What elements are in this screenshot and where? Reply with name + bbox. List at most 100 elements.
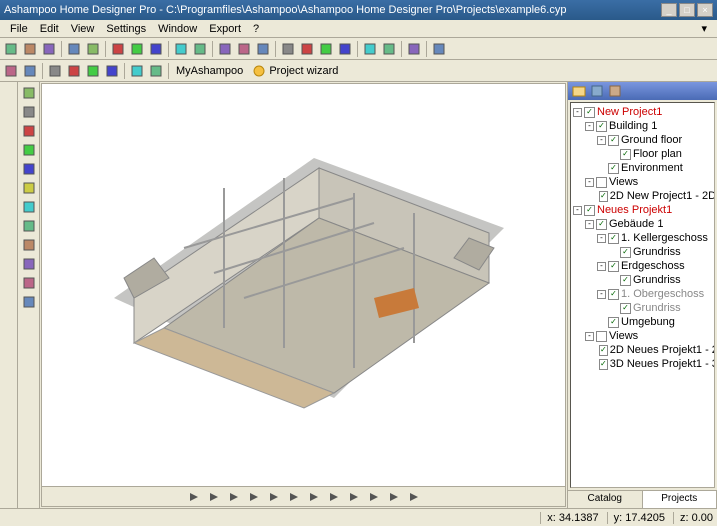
tree-checkbox[interactable]: ✓ <box>620 247 631 258</box>
tree-label[interactable]: Floor plan <box>633 147 682 161</box>
tree-label[interactable]: 2D New Project1 - 2D View <box>610 189 715 203</box>
new-button[interactable] <box>2 40 20 58</box>
tree-label[interactable]: Views <box>609 329 638 343</box>
column-icon[interactable] <box>20 274 38 292</box>
tree-label[interactable]: Ground floor <box>621 133 682 147</box>
tree-toggle-icon[interactable]: - <box>597 290 606 299</box>
tree-label[interactable]: Environment <box>621 161 683 175</box>
tree-checkbox[interactable]: ✓ <box>608 135 619 146</box>
tree-node[interactable]: ✓Umgebung <box>573 315 712 329</box>
layer3-button[interactable] <box>254 40 272 58</box>
tool-b-button[interactable] <box>65 62 83 80</box>
wall-icon[interactable] <box>20 179 38 197</box>
project-wizard-link[interactable]: Project wizard <box>248 64 342 78</box>
nav-fit-button[interactable] <box>365 488 383 506</box>
tree-checkbox[interactable]: ✓ <box>599 191 608 202</box>
tree-checkbox[interactable]: ✓ <box>596 219 607 230</box>
tree-node[interactable]: - Views <box>573 329 712 343</box>
tree-label[interactable]: Erdgeschoss <box>621 259 685 273</box>
tree-node[interactable]: -✓1. Obergeschoss <box>573 287 712 301</box>
tree-toggle-icon[interactable]: - <box>585 178 594 187</box>
tree-checkbox[interactable]: ✓ <box>584 205 595 216</box>
furniture-icon[interactable] <box>20 293 38 311</box>
tree-checkbox[interactable]: ✓ <box>608 261 619 272</box>
tree-label[interactable]: 2D Neues Projekt1 - 2D-Ansich <box>610 343 715 357</box>
menu-collapse-icon[interactable]: ▾ <box>695 20 713 37</box>
tree-checkbox[interactable]: ✓ <box>596 121 607 132</box>
tree-label[interactable]: Views <box>609 175 638 189</box>
snap-button[interactable] <box>191 40 209 58</box>
mode-3d-button[interactable] <box>21 62 39 80</box>
tree-checkbox[interactable]: ✓ <box>608 163 619 174</box>
lock-button[interactable] <box>430 40 448 58</box>
nav-stop-button[interactable] <box>245 488 263 506</box>
layer1-button[interactable] <box>216 40 234 58</box>
nav-next-button[interactable] <box>285 488 303 506</box>
tree-label[interactable]: 1. Kellergeschoss <box>621 231 708 245</box>
render1-button[interactable] <box>361 40 379 58</box>
layer2-button[interactable] <box>235 40 253 58</box>
canvas-3d[interactable] <box>42 84 565 486</box>
tree-checkbox[interactable]: ✓ <box>584 107 595 118</box>
rotate-icon[interactable] <box>20 122 38 140</box>
copy-button[interactable] <box>128 40 146 58</box>
tree-node[interactable]: ✓2D Neues Projekt1 - 2D-Ansich <box>573 343 712 357</box>
tree-label[interactable]: New Project1 <box>597 105 662 119</box>
tree-label[interactable]: 3D Neues Projekt1 - 3D-Ansich <box>610 357 715 371</box>
tree-node[interactable]: -✓Building 1 <box>573 119 712 133</box>
cut-button[interactable] <box>109 40 127 58</box>
tool-d-button[interactable] <box>103 62 121 80</box>
close-button[interactable]: × <box>697 3 713 17</box>
tree-node[interactable]: -✓Ground floor <box>573 133 712 147</box>
tree-node[interactable]: -✓Gebäude 1 <box>573 217 712 231</box>
tree-toggle-icon[interactable]: - <box>585 332 594 341</box>
tree-toggle-icon[interactable]: - <box>573 108 582 117</box>
tree-node[interactable]: ✓Grundriss <box>573 273 712 287</box>
tab-projects[interactable]: Projects <box>643 491 717 508</box>
tree-label[interactable]: Umgebung <box>621 315 675 329</box>
tree-toggle-icon[interactable]: - <box>573 206 582 215</box>
view4-button[interactable] <box>336 40 354 58</box>
maximize-button[interactable]: □ <box>679 3 695 17</box>
tree-label[interactable]: 1. Obergeschoss <box>621 287 704 301</box>
open-button[interactable] <box>21 40 39 58</box>
nav-extra1-button[interactable] <box>385 488 403 506</box>
undo-button[interactable] <box>65 40 83 58</box>
nav-extra2-button[interactable] <box>405 488 423 506</box>
help-button[interactable] <box>405 40 423 58</box>
view2-button[interactable] <box>298 40 316 58</box>
tree-node[interactable]: ✓Floor plan <box>573 147 712 161</box>
tree-node[interactable]: -✓New Project1 <box>573 105 712 119</box>
tree-checkbox[interactable] <box>596 331 607 342</box>
tree-checkbox[interactable]: ✓ <box>599 359 608 370</box>
tree-label[interactable]: Grundriss <box>633 245 681 259</box>
tree-node[interactable]: ✓3D Neues Projekt1 - 3D-Ansich <box>573 357 712 371</box>
tree-node[interactable]: ✓Grundriss <box>573 301 712 315</box>
tree-label[interactable]: Grundriss <box>633 301 681 315</box>
tree-toggle-icon[interactable]: - <box>585 220 594 229</box>
tree-checkbox[interactable] <box>596 177 607 188</box>
tree-node[interactable]: - Views <box>573 175 712 189</box>
render2-button[interactable] <box>380 40 398 58</box>
tree-node[interactable]: -✓Erdgeschoss <box>573 259 712 273</box>
tool-a-button[interactable] <box>46 62 64 80</box>
myashampoo-link[interactable]: MyAshampoo <box>172 65 247 77</box>
stairs-icon[interactable] <box>20 255 38 273</box>
tree-label[interactable]: Neues Projekt1 <box>597 203 672 217</box>
nav-last-button[interactable] <box>305 488 323 506</box>
tree-label[interactable]: Building 1 <box>609 119 657 133</box>
menu-edit[interactable]: Edit <box>34 21 65 37</box>
menu-settings[interactable]: Settings <box>100 21 152 37</box>
mode-2d-button[interactable] <box>2 62 20 80</box>
tree-checkbox[interactable]: ✓ <box>620 149 631 160</box>
tree-label[interactable]: Gebäude 1 <box>609 217 663 231</box>
minimize-button[interactable]: _ <box>661 3 677 17</box>
nav-zoom-out-button[interactable] <box>325 488 343 506</box>
measure-icon[interactable] <box>20 160 38 178</box>
nav-play-back-button[interactable] <box>225 488 243 506</box>
tree-label[interactable]: Grundriss <box>633 273 681 287</box>
menu-file[interactable]: File <box>4 21 34 37</box>
paste-button[interactable] <box>147 40 165 58</box>
view3-button[interactable] <box>317 40 335 58</box>
nav-zoom-in-button[interactable] <box>345 488 363 506</box>
